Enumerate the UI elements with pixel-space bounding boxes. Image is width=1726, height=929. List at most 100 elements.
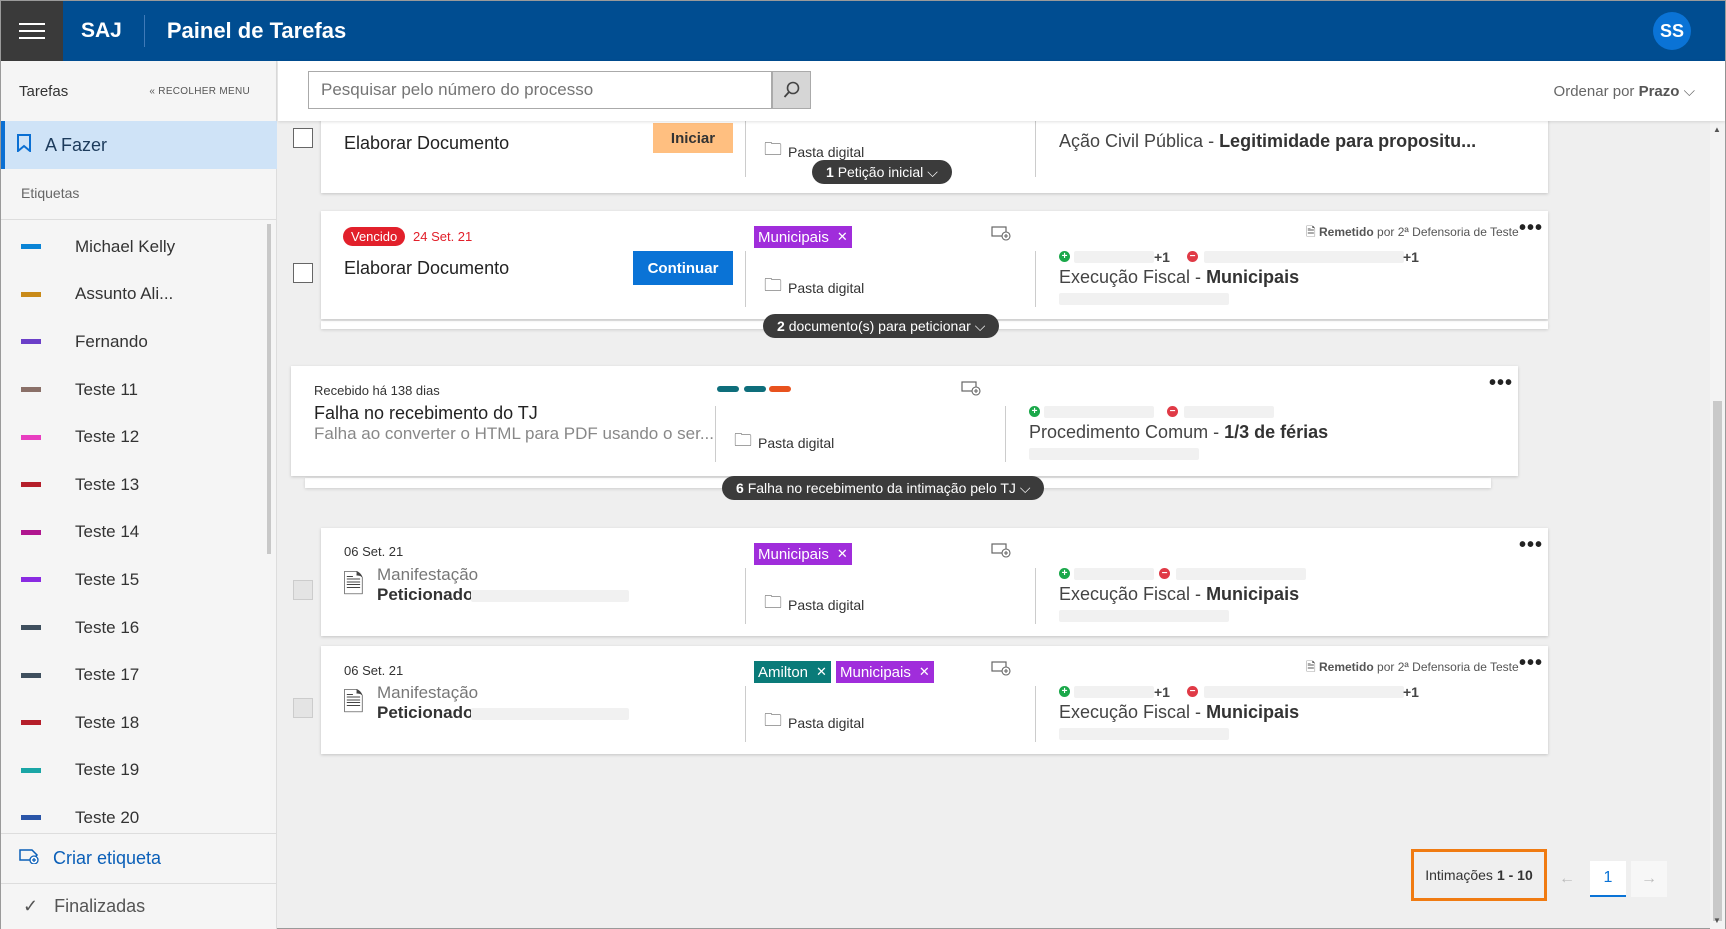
sidebar-label-item[interactable]: Michael Kelly bbox=[1, 223, 277, 271]
plus-icon: + bbox=[1029, 406, 1040, 417]
sidebar-label-item[interactable]: Teste 19 bbox=[1, 747, 277, 795]
pasta-digital-link[interactable]: 🗀 Pasta digital bbox=[764, 590, 864, 620]
pill-count: 6 bbox=[736, 480, 744, 496]
sidebar-label-item[interactable]: Teste 18 bbox=[1, 699, 277, 747]
pasta-label: Pasta digital bbox=[788, 597, 865, 613]
label-name: Teste 12 bbox=[75, 427, 140, 447]
sidebar-label-item[interactable]: Teste 14 bbox=[1, 509, 277, 557]
pasta-digital-link[interactable]: 🗀 Pasta digital bbox=[764, 708, 864, 738]
tag-label: Amilton bbox=[758, 663, 809, 681]
add-tag-icon[interactable] bbox=[991, 660, 1011, 679]
menu-icon[interactable] bbox=[1, 1, 63, 61]
add-tag-icon[interactable] bbox=[991, 542, 1011, 561]
tag-municipais[interactable]: Municipais ✕ bbox=[836, 661, 934, 683]
page-number-button[interactable]: 1 bbox=[1590, 861, 1626, 897]
main-scrollbar[interactable]: ▲ ▼ bbox=[1710, 121, 1725, 929]
tag-label: Municipais bbox=[840, 663, 911, 681]
header-divider bbox=[143, 15, 145, 47]
sidebar-label-item[interactable]: Teste 15 bbox=[1, 556, 277, 604]
blurred-party bbox=[1074, 251, 1154, 263]
divider bbox=[745, 121, 746, 177]
more-parties-count[interactable]: +1 bbox=[1403, 249, 1419, 265]
process-subject: 1/3 de férias bbox=[1224, 422, 1329, 442]
task-date: 06 Set. 21 bbox=[344, 544, 404, 559]
close-icon[interactable]: ✕ bbox=[837, 546, 848, 562]
more-options-icon[interactable]: ••• bbox=[1519, 534, 1543, 557]
tag-municipais[interactable]: Municipais ✕ bbox=[754, 543, 852, 565]
scrollbar-thumb[interactable] bbox=[1713, 401, 1722, 921]
task-card[interactable]: Vencido 24 Set. 21 Elaborar Documento Co… bbox=[293, 211, 1548, 319]
label-name: Teste 14 bbox=[75, 522, 140, 542]
document-icon: 🗎 bbox=[1306, 225, 1316, 239]
folder-icon: 🗀 bbox=[764, 592, 782, 612]
task-card[interactable]: 06 Set. 21 🗎 Manifestação Peticionado Mu… bbox=[293, 528, 1548, 636]
pasta-digital-link[interactable]: 🗀 Pasta digital bbox=[734, 428, 834, 458]
close-icon[interactable]: ✕ bbox=[837, 229, 848, 245]
task-checkbox[interactable] bbox=[293, 128, 313, 148]
double-chevron-left-icon: « bbox=[149, 85, 156, 97]
more-parties-count[interactable]: +1 bbox=[1154, 684, 1170, 700]
task-card[interactable]: Recebido há 138 dias Falha no recebiment… bbox=[291, 366, 1518, 476]
tag-amilton[interactable]: Amilton ✕ bbox=[754, 661, 831, 683]
sort-dropdown[interactable]: Ordenar por Prazo ⌵ bbox=[1554, 83, 1695, 100]
pill-label: documento(s) para peticionar bbox=[788, 318, 971, 334]
sidebar-label-item[interactable]: Teste 11 bbox=[1, 366, 277, 414]
remetido-info: 🗎 Remetido por 2ª Defensoria de Teste bbox=[1306, 658, 1519, 679]
sidebar-label-item[interactable]: Teste 17 bbox=[1, 651, 277, 699]
more-parties-count[interactable]: +1 bbox=[1403, 684, 1419, 700]
finalizadas-button[interactable]: ✓ Finalizadas bbox=[1, 883, 277, 929]
task-card[interactable]: 06 Set. 21 🗎 Manifestação Peticionado Am… bbox=[293, 646, 1548, 754]
scroll-down-icon[interactable]: ▼ bbox=[1713, 916, 1721, 925]
pagination-label: Intimações bbox=[1425, 867, 1493, 883]
search-input[interactable] bbox=[308, 71, 772, 109]
search-button[interactable] bbox=[772, 71, 811, 109]
folder-icon: 🗀 bbox=[734, 430, 752, 450]
pasta-digital-link[interactable]: 🗀 Pasta digital bbox=[764, 273, 864, 303]
expand-documents-pill[interactable]: 2 documento(s) para peticionar ⌵ bbox=[763, 314, 1000, 338]
document-icon: 🗎 bbox=[343, 687, 364, 717]
sidebar-item-a-fazer[interactable]: A Fazer bbox=[1, 121, 277, 169]
collapse-menu-button[interactable]: « RECOLHER MENU bbox=[149, 86, 250, 97]
app-window: SAJ Painel de Tarefas SS Tarefas « RECOL… bbox=[0, 0, 1726, 929]
remetido-info: 🗎 Remetido por 2ª Defensoria de Teste bbox=[1306, 223, 1519, 244]
etiquetas-heading: Etiquetas bbox=[21, 185, 80, 201]
brand-logo[interactable]: SAJ bbox=[81, 19, 122, 43]
sidebar-label-item[interactable]: Teste 16 bbox=[1, 604, 277, 652]
more-options-icon[interactable]: ••• bbox=[1519, 217, 1543, 240]
blurred-party bbox=[1176, 568, 1306, 580]
blurred-party bbox=[1204, 686, 1404, 698]
task-type: Manifestação bbox=[377, 683, 479, 702]
user-avatar[interactable]: SS bbox=[1653, 12, 1691, 50]
sidebar-label-item[interactable]: Assunto Ali... bbox=[1, 271, 277, 319]
add-tag-icon[interactable] bbox=[961, 380, 981, 399]
close-icon[interactable]: ✕ bbox=[816, 664, 827, 680]
label-name: Teste 15 bbox=[75, 569, 140, 589]
sidebar-label-item[interactable]: Fernando bbox=[1, 318, 277, 366]
blurred-party bbox=[1044, 406, 1154, 418]
expand-failure-pill[interactable]: 6 Falha no recebimento da intimação pelo… bbox=[722, 476, 1045, 500]
arrow-left-icon: ← bbox=[1559, 870, 1575, 887]
more-parties-count[interactable]: +1 bbox=[1154, 249, 1170, 265]
next-page-button[interactable]: → bbox=[1631, 861, 1667, 897]
iniciar-button[interactable]: Iniciar bbox=[653, 123, 733, 153]
sidebar-label-item[interactable]: Teste 13 bbox=[1, 461, 277, 509]
divider bbox=[745, 568, 746, 624]
close-icon[interactable]: ✕ bbox=[919, 664, 930, 680]
task-title: Falha no recebimento do TJ bbox=[314, 403, 538, 423]
continuar-button[interactable]: Continuar bbox=[633, 251, 733, 285]
task-checkbox[interactable] bbox=[293, 263, 313, 283]
blurred-party bbox=[1074, 686, 1154, 698]
sidebar-label-item[interactable]: Teste 12 bbox=[1, 413, 277, 461]
overdue-badge: Vencido bbox=[343, 227, 406, 246]
more-options-icon[interactable]: ••• bbox=[1489, 372, 1513, 395]
expand-petition-pill[interactable]: 1 Petição inicial ⌵ bbox=[812, 160, 952, 184]
add-tag-icon[interactable] bbox=[991, 225, 1011, 244]
more-options-icon[interactable]: ••• bbox=[1519, 652, 1543, 675]
sidebar-scrollbar[interactable] bbox=[267, 224, 271, 554]
previous-page-button[interactable]: ← bbox=[1549, 861, 1585, 897]
create-label-button[interactable]: Criar etiqueta bbox=[1, 833, 277, 883]
scroll-up-icon[interactable]: ▲ bbox=[1713, 125, 1721, 134]
minus-icon: − bbox=[1187, 251, 1198, 262]
process-class-label: Execução Fiscal - bbox=[1059, 584, 1207, 604]
tag-municipais[interactable]: Municipais ✕ bbox=[754, 226, 852, 248]
